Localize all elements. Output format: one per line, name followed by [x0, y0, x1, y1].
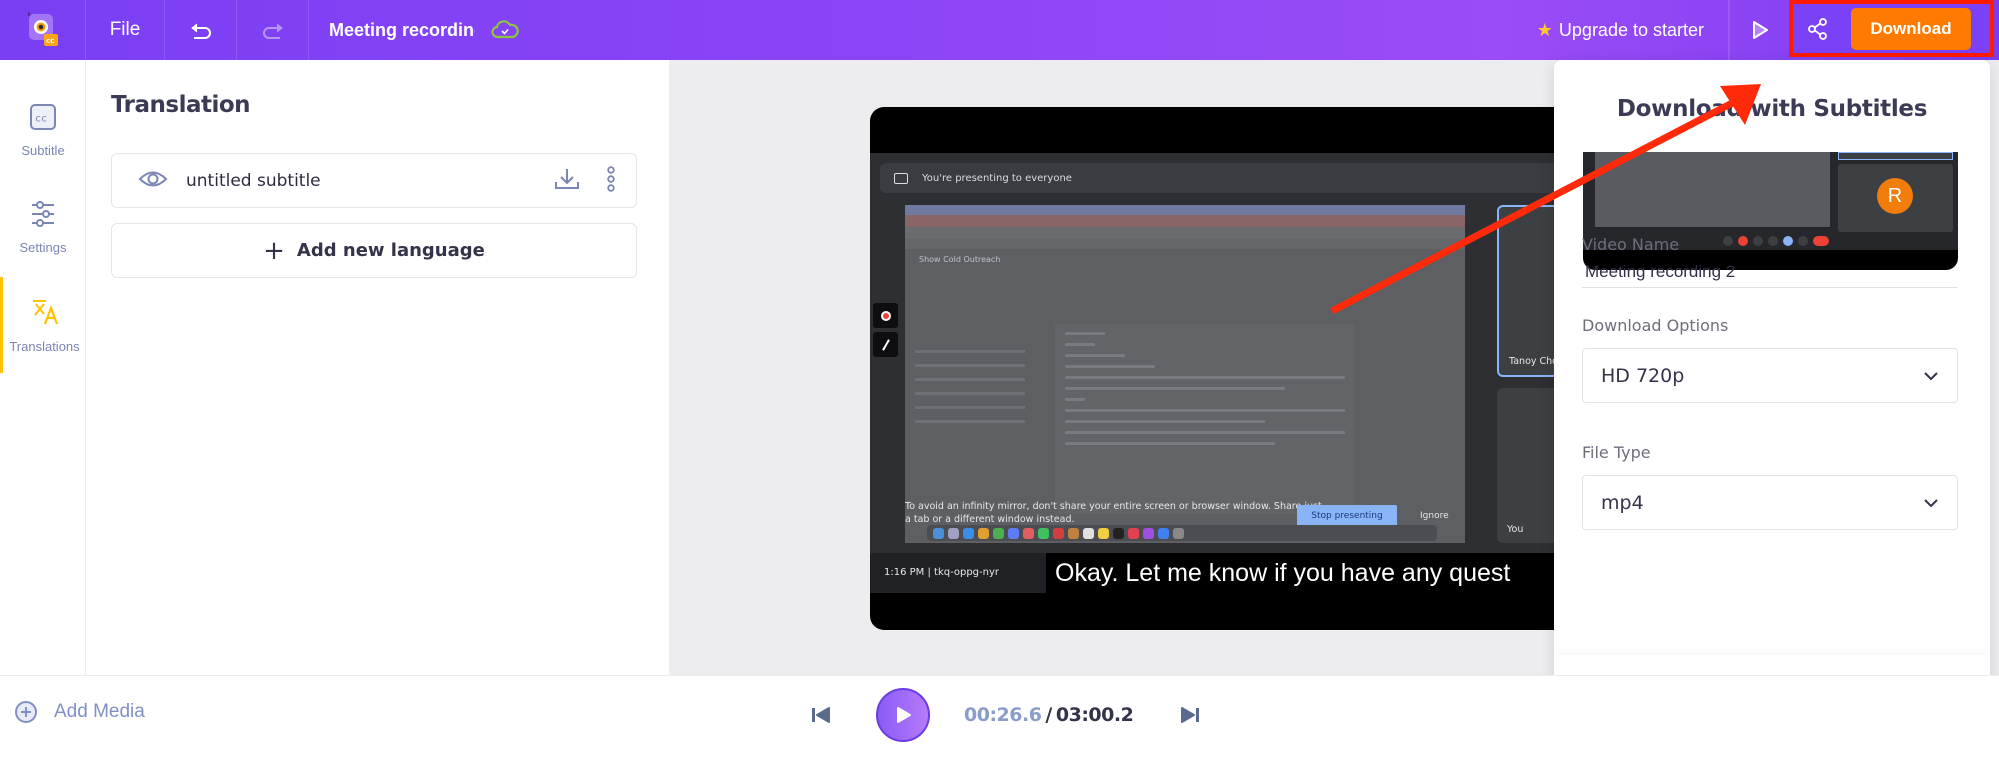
subtitle-caption: Okay. Let me know if you have any quest — [1046, 553, 1630, 597]
download-options-value: HD 720p — [1601, 364, 1685, 387]
share-button[interactable] — [1793, 4, 1843, 53]
more-options-button[interactable] — [606, 165, 616, 196]
subtitle-name: untitled subtitle — [186, 170, 321, 191]
redo-button[interactable] — [237, 0, 309, 60]
playback-time: 00:26.6/03:00.2 — [964, 704, 1134, 726]
sidebar-item-subtitle[interactable]: cc Subtitle — [0, 82, 86, 178]
cloud-saved-icon — [491, 20, 519, 39]
present-icon — [894, 172, 908, 184]
download-panel-title: Download with Subtitles — [1616, 96, 1928, 122]
ignore-button: Ignore — [1420, 511, 1449, 521]
record-indicator-icon — [873, 303, 898, 328]
visibility-toggle[interactable] — [138, 169, 168, 193]
add-language-button[interactable]: + Add new language — [111, 223, 637, 278]
topbar-download-button[interactable]: Download — [1851, 7, 1971, 50]
stop-presenting-button: Stop presenting — [1297, 505, 1397, 527]
skip-back-button[interactable] — [810, 705, 832, 725]
subtitle-item[interactable]: untitled subtitle — [111, 153, 637, 208]
add-language-label: Add new language — [296, 240, 485, 261]
download-icon — [555, 168, 579, 189]
eye-icon — [138, 171, 168, 186]
skip-forward-button[interactable] — [1179, 705, 1201, 725]
undo-icon — [190, 23, 211, 39]
file-type-label: File Type — [1582, 443, 1651, 462]
player-controls: 00:26.6/03:00.2 — [810, 688, 1201, 742]
add-media-label: Add Media — [54, 701, 145, 722]
sidebar-item-settings[interactable]: Settings — [0, 179, 86, 275]
avatar: R — [1877, 178, 1913, 214]
dock — [927, 525, 1437, 541]
video-preview[interactable]: You're presenting to everyone Show Cold … — [870, 107, 1630, 630]
download-panel: Download with Subtitles R Video Name Dow… — [1554, 60, 1990, 760]
play-button[interactable] — [876, 688, 930, 742]
svg-text:cc: cc — [35, 113, 47, 124]
redo-icon — [262, 23, 283, 39]
bottom-bar: Add Media 00:26.6/03:00.2 — [0, 675, 1999, 773]
sliders-icon — [32, 200, 54, 227]
add-media-button[interactable]: Add Media — [14, 700, 145, 724]
sidebar-item-label: Translations — [9, 338, 80, 354]
chevron-down-icon — [1924, 498, 1938, 507]
plus-circle-icon — [15, 701, 37, 723]
sidebar-item-label: Settings — [19, 239, 67, 255]
plus-icon: + — [263, 235, 285, 266]
undo-button[interactable] — [165, 0, 237, 60]
play-preview-icon — [1752, 21, 1768, 39]
project-title[interactable]: Meeting recording 2 — [309, 0, 529, 60]
skip-back-icon — [812, 707, 830, 723]
download-options-label: Download Options — [1582, 316, 1729, 335]
video-name-label: Video Name — [1582, 235, 1680, 254]
video-name-input[interactable] — [1582, 256, 1958, 288]
share-icon — [1808, 17, 1827, 40]
upgrade-label: Upgrade to starter — [1558, 19, 1704, 40]
presenting-text: You're presenting to everyone — [922, 172, 1072, 184]
total-time: 03:00.2 — [1055, 704, 1134, 726]
star-icon: ★ — [1536, 19, 1553, 40]
upgrade-button[interactable]: ★ Upgrade to starter — [1537, 0, 1729, 60]
brush-icon — [873, 332, 898, 357]
translate-icon — [32, 299, 58, 324]
preview-button[interactable] — [1729, 0, 1789, 60]
app-logo[interactable]: cc — [0, 0, 86, 60]
top-bar: cc File Meeting recording 2 ★ Upgrade to… — [0, 0, 1999, 60]
project-title-text[interactable]: Meeting recording 2 — [329, 20, 475, 41]
chevron-down-icon — [1924, 371, 1938, 380]
infinity-warning: To avoid an infinity mirror, don't share… — [905, 501, 1322, 525]
panel-title: Translation — [111, 92, 251, 118]
file-type-select[interactable]: mp4 — [1582, 475, 1958, 530]
file-menu[interactable]: File — [86, 0, 165, 60]
closed-caption-icon: cc — [30, 103, 56, 130]
file-type-value: mp4 — [1601, 491, 1644, 514]
shared-screen: Show Cold Outreach To avoid an infinity — [905, 205, 1465, 543]
play-icon — [897, 707, 911, 723]
translation-panel: Translation untitled subtitle + Add new … — [86, 60, 669, 675]
meeting-time: 1:16 PM | tkq-oppg-nyr — [884, 567, 1000, 578]
download-options-select[interactable]: HD 720p — [1582, 348, 1958, 403]
more-vertical-icon — [607, 165, 615, 192]
svg-text:cc: cc — [46, 37, 54, 45]
left-rail: cc Subtitle Settings Translations — [0, 60, 86, 675]
presenting-banner: You're presenting to everyone — [880, 163, 1620, 193]
subtitle-download-button[interactable] — [554, 167, 580, 195]
meeting-side-controls — [873, 303, 898, 361]
highlight-box: Download — [1789, 0, 1994, 57]
current-time: 00:26.6 — [964, 704, 1042, 726]
doc-title: Show Cold Outreach — [919, 255, 1001, 264]
meeting-screen: You're presenting to everyone Show Cold … — [870, 153, 1630, 553]
app-logo-icon: cc — [28, 12, 58, 46]
sidebar-item-label: Subtitle — [21, 142, 65, 158]
skip-forward-icon — [1181, 707, 1200, 723]
sidebar-item-translations[interactable]: Translations — [0, 277, 86, 373]
